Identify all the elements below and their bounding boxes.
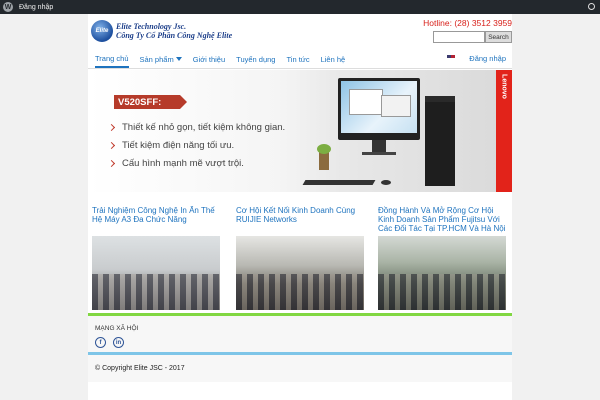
page-container: Elite Elite Technology Jsc. Công Ty Cổ P… [88,14,512,400]
site-header: Elite Elite Technology Jsc. Công Ty Cổ P… [88,14,512,50]
feature-line: Cấu hình mạnh mẽ vượt trội. [107,158,244,169]
news-title[interactable]: Cơ Hội Kết Nối Kinh Doanh Cùng RUIJIE Ne… [236,206,364,234]
news-card[interactable]: Đồng Hành Và Mở Rộng Cơ Hội Kinh Doanh S… [378,206,506,310]
nav-products-label: Sản phẩm [139,54,174,64]
hero-banner[interactable]: V520SFF: Thiết kế nhỏ gọn, tiết kiệm khô… [88,70,512,192]
brand-name-vi[interactable]: Công Ty Cổ Phần Công Nghệ Elite [116,31,232,40]
chevron-right-icon [107,123,116,132]
news-title[interactable]: Đồng Hành Và Mở Rộng Cơ Hội Kinh Doanh S… [378,206,506,234]
plant-image [317,144,331,170]
copyright-text: © Copyright Elite JSC - 2017 [95,365,185,372]
news-title[interactable]: Trải Nghiệm Công Nghệ In Ấn Thế Hệ Máy A… [92,206,220,234]
facebook-icon[interactable]: f [95,337,106,348]
company-logo[interactable]: Elite [91,20,113,42]
people-photo [236,274,364,310]
feature-text: Thiết kế nhỏ gọn, tiết kiệm không gian. [122,122,286,133]
nav-careers-label: Tuyển dụng [236,54,276,64]
nav-login-link[interactable]: Đăng nhập [469,54,506,63]
feature-text: Tiết kiệm điện năng tối ưu. [122,140,235,151]
desktop-tower-image [425,96,455,186]
nav-news-label: Tin tức [286,54,310,64]
news-image[interactable] [378,236,506,310]
monitor-base [362,152,396,155]
admin-login-link[interactable]: Đăng nhập [19,4,53,11]
us-flag-icon[interactable] [447,55,455,61]
social-title: MẠNG XÃ HỘI [95,325,139,332]
wordpress-icon[interactable]: W [3,2,13,12]
main-nav: Trang chủ Sản phẩm Giới thiệu Tuyển dụng… [88,50,512,68]
brand-name-en[interactable]: Elite Technology Jsc. [116,22,186,31]
hotline-text: Hotline: (28) 3512 3959 [423,18,512,28]
screen-window [381,95,411,117]
search-button[interactable]: Search [485,31,512,43]
lenovo-logo: Lenovo [496,70,512,192]
nav-about-label: Giới thiệu [192,54,226,64]
lenovo-logo-text: Lenovo [500,74,508,99]
news-card[interactable]: Trải Nghiệm Công Nghệ In Ấn Thế Hệ Máy A… [92,206,220,310]
people-photo [378,274,506,310]
chevron-down-icon [175,57,182,61]
search-icon[interactable] [588,3,595,10]
news-card[interactable]: Cơ Hội Kết Nối Kinh Doanh Cùng RUIJIE Ne… [236,206,364,310]
nav-item-careers[interactable]: Tuyển dụng [236,50,275,68]
feature-line: Thiết kế nhỏ gọn, tiết kiệm không gian. [107,122,286,133]
nav-item-contact[interactable]: Liên hệ [321,50,346,68]
nav-item-home[interactable]: Trang chủ [95,50,129,68]
nav-contact-label: Liên hệ [320,54,346,64]
feature-text: Cấu hình mạnh mẽ vượt trội. [122,158,244,169]
nav-home-label: Trang chủ [95,53,129,63]
monitor-screen [341,81,417,133]
monitor-stand [372,140,386,152]
nav-item-products[interactable]: Sản phẩm [140,50,182,68]
mouse-image [381,180,391,185]
keyboard-image [302,180,376,185]
news-image[interactable] [236,236,364,310]
monitor-image [338,78,420,140]
nav-item-about[interactable]: Giới thiệu [193,50,225,68]
people-photo [92,274,220,310]
news-image[interactable] [92,236,220,310]
model-badge: V520SFF: [114,95,187,109]
chevron-right-icon [107,141,116,150]
feature-line: Tiết kiệm điện năng tối ưu. [107,140,235,151]
search-input[interactable] [433,31,485,43]
nav-item-news[interactable]: Tin tức [286,50,309,68]
nav-divider [88,68,512,69]
linkedin-icon[interactable]: in [113,337,124,348]
admin-bar: W Đăng nhập [0,0,600,14]
copyright-bar: © Copyright Elite JSC - 2017 [88,355,512,382]
chevron-right-icon [107,159,116,168]
social-section: MẠNG XÃ HỘI f in [88,316,512,352]
screen-window [349,89,383,115]
